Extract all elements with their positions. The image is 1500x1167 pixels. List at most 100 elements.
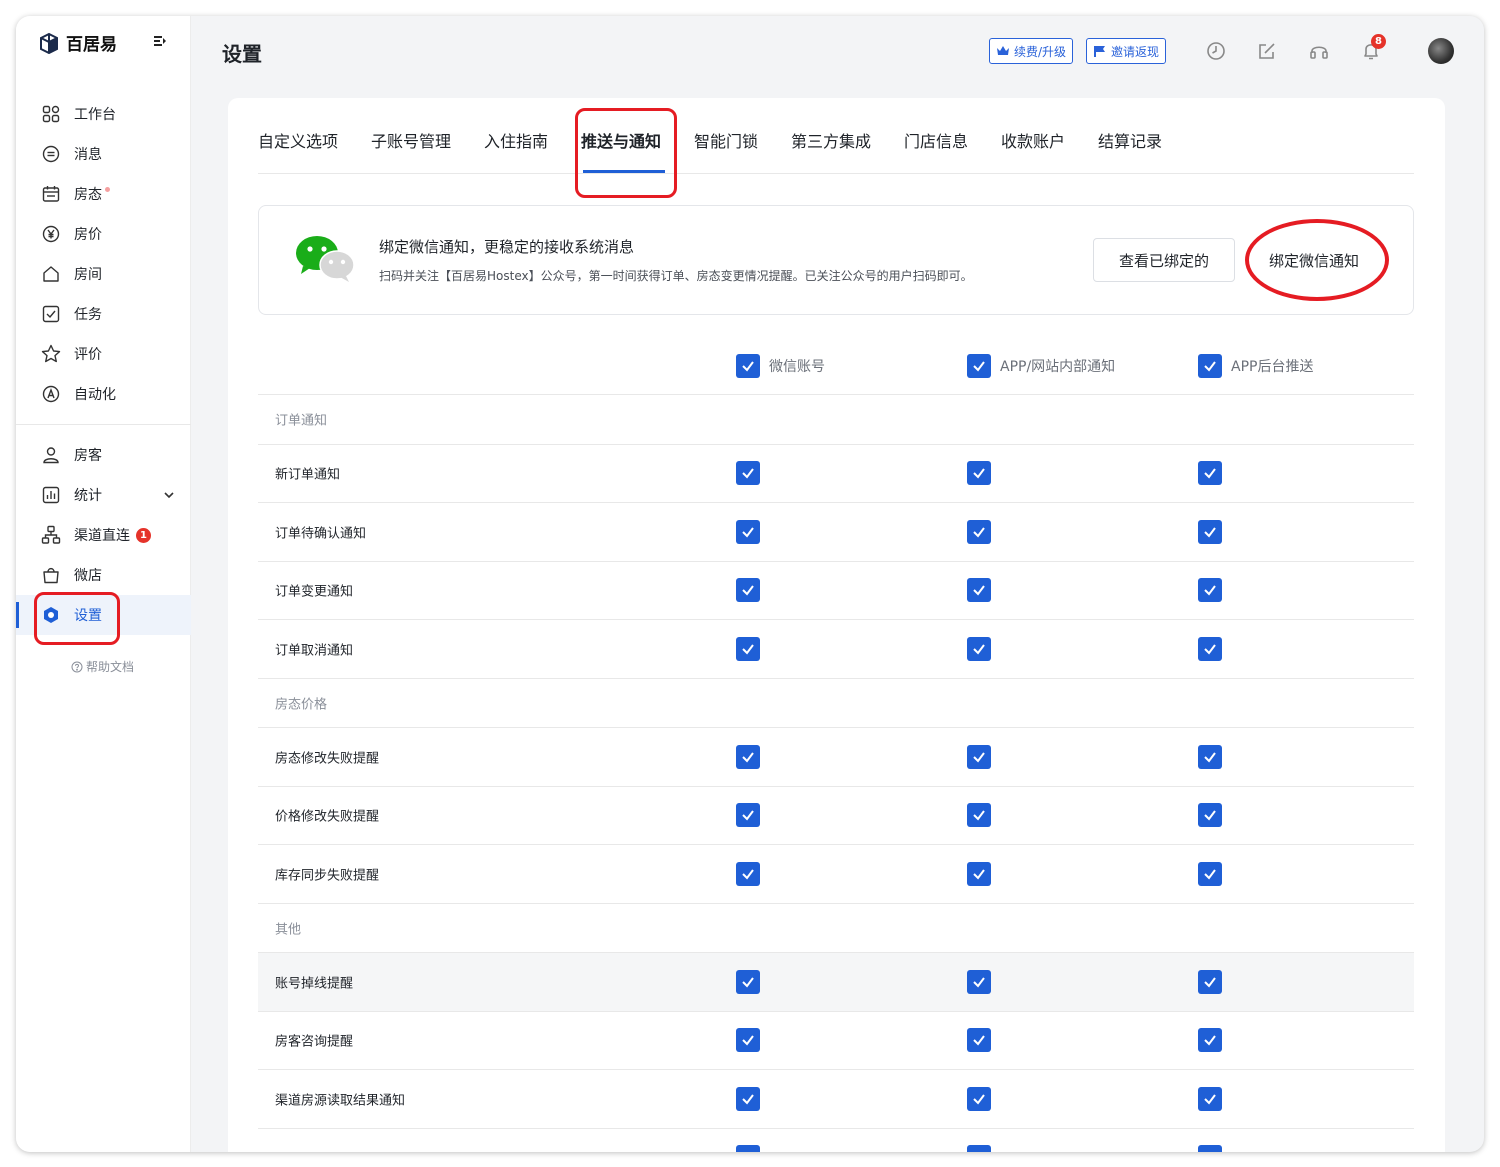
table-row: 库存同步失败提醒 [258, 845, 1414, 904]
checkbox[interactable] [1198, 862, 1222, 886]
edit-icon[interactable] [1256, 40, 1278, 62]
tab-payment-accounts[interactable]: 收款账户 [1001, 128, 1065, 152]
settings-card: 自定义选项 子账号管理 入住指南 推送与通知 智能门锁 第三方集成 门店信息 收… [228, 98, 1445, 1152]
checkbox[interactable] [736, 862, 760, 886]
renew-upgrade-label: 续费/升级 [1014, 43, 1066, 60]
row-label: 账号掉线提醒 [275, 972, 353, 991]
crown-icon [996, 45, 1010, 57]
sidebar-item-statistics[interactable]: 统计 [16, 475, 191, 515]
checkbox[interactable] [967, 520, 991, 544]
history-icon[interactable] [1205, 40, 1227, 62]
sidebar-item-rooms[interactable]: 房间 [16, 254, 191, 294]
checkbox[interactable] [736, 1028, 760, 1052]
tab-smart-lock[interactable]: 智能门锁 [694, 128, 758, 152]
checkbox[interactable] [1198, 970, 1222, 994]
checkbox[interactable] [967, 862, 991, 886]
checkbox[interactable] [736, 578, 760, 602]
checkbox[interactable] [967, 354, 991, 378]
column-head-wechat[interactable]: 微信账号 [736, 354, 825, 378]
checkbox[interactable] [736, 803, 760, 827]
sidebar-item-channels[interactable]: 渠道直连 1 [16, 515, 191, 555]
headset-icon[interactable] [1308, 40, 1330, 62]
checkbox[interactable] [1198, 520, 1222, 544]
checkbox[interactable] [967, 970, 991, 994]
sidebar-item-shop[interactable]: 微店 [16, 555, 191, 595]
checkbox[interactable] [1198, 1087, 1222, 1111]
sidebar-item-tasks[interactable]: 任务 [16, 294, 191, 334]
checkbox[interactable] [736, 520, 760, 544]
column-head-app-push[interactable]: APP后台推送 [1198, 354, 1313, 378]
checkbox[interactable] [1198, 578, 1222, 602]
sidebar-item-room-status[interactable]: 房态 [16, 174, 191, 214]
sidebar-item-label: 工作台 [74, 104, 116, 124]
table-header: 微信账号 APP/网站内部通知 APP后台推送 [258, 336, 1414, 395]
stats-icon [41, 485, 61, 505]
annotation-highlight-bind [1245, 219, 1389, 301]
checkbox[interactable] [1198, 1028, 1222, 1052]
checkbox[interactable] [1198, 354, 1222, 378]
help-docs-link[interactable]: 帮助文档 [71, 658, 134, 675]
checkbox[interactable] [736, 1087, 760, 1111]
tab-settlement-records[interactable]: 结算记录 [1098, 128, 1162, 152]
sidebar-item-label: 任务 [74, 304, 102, 324]
wechat-bind-title: 绑定微信通知，更稳定的接收系统消息 [379, 236, 634, 257]
view-bound-button[interactable]: 查看已绑定的 [1093, 238, 1235, 282]
avatar[interactable] [1428, 38, 1454, 64]
sidebar-item-pricing[interactable]: 房价 [16, 214, 191, 254]
checkbox[interactable] [736, 461, 760, 485]
checkbox[interactable] [967, 1087, 991, 1111]
checkbox[interactable] [1198, 745, 1222, 769]
sidebar-item-dashboard[interactable]: 工作台 [16, 94, 191, 134]
sidebar-item-automation[interactable]: 自动化 [16, 374, 191, 414]
channel-badge: 1 [136, 528, 151, 543]
checkbox[interactable] [736, 1145, 760, 1152]
tab-sub-accounts[interactable]: 子账号管理 [371, 128, 451, 152]
logo[interactable]: 百居易 [38, 30, 117, 55]
sidebar-item-label: 房价 [74, 224, 102, 244]
checkbox[interactable] [736, 745, 760, 769]
new-dot [105, 187, 110, 192]
checkbox[interactable] [967, 461, 991, 485]
bell-icon[interactable]: 8 [1360, 40, 1382, 62]
sidebar-item-messages[interactable]: 消息 [16, 134, 191, 174]
row-label: 房态修改失败提醒 [275, 747, 379, 766]
page-title: 设置 [222, 38, 262, 67]
chevron-down-icon[interactable] [163, 489, 175, 501]
sidebar-item-label: 房客 [74, 445, 102, 465]
tab-custom-options[interactable]: 自定义选项 [258, 128, 338, 152]
collapse-sidebar-icon[interactable] [152, 33, 168, 49]
sidebar-item-reviews[interactable]: 评价 [16, 334, 191, 374]
table-row: 订单取消通知 [258, 620, 1414, 679]
annotation-highlight-tab [575, 108, 677, 198]
sidebar-divider [16, 424, 191, 425]
checkbox[interactable] [1198, 637, 1222, 661]
sidebar-item-guests[interactable]: 房客 [16, 435, 191, 475]
table-row: 订单变更通知 [258, 562, 1414, 621]
renew-upgrade-button[interactable]: 续费/升级 [989, 38, 1073, 64]
invite-cashback-button[interactable]: 邀请返现 [1086, 38, 1166, 64]
sidebar-item-label: 自动化 [74, 384, 116, 404]
checkbox[interactable] [736, 354, 760, 378]
checkbox[interactable] [967, 578, 991, 602]
tab-store-info[interactable]: 门店信息 [904, 128, 968, 152]
column-head-app-web[interactable]: APP/网站内部通知 [967, 354, 1115, 378]
section-title: 订单通知 [275, 410, 327, 429]
checkbox[interactable] [1198, 461, 1222, 485]
checkbox[interactable] [967, 745, 991, 769]
checkbox[interactable] [1198, 803, 1222, 827]
checkbox[interactable] [736, 970, 760, 994]
checkbox[interactable] [967, 637, 991, 661]
checkbox[interactable] [1198, 1145, 1222, 1152]
checkbox[interactable] [736, 637, 760, 661]
tab-checkin-guide[interactable]: 入住指南 [484, 128, 548, 152]
calendar-icon [41, 184, 61, 204]
checkbox[interactable] [967, 1145, 991, 1152]
table-row: 房态修改失败提醒 [258, 728, 1414, 787]
checkbox[interactable] [967, 803, 991, 827]
checkbox[interactable] [967, 1028, 991, 1052]
tab-third-party[interactable]: 第三方集成 [791, 128, 871, 152]
star-icon [41, 344, 61, 364]
wechat-bind-banner: 绑定微信通知，更稳定的接收系统消息 扫码并关注【百居易Hostex】公众号，第一… [258, 205, 1414, 315]
task-icon [41, 304, 61, 324]
shop-icon [41, 565, 61, 585]
